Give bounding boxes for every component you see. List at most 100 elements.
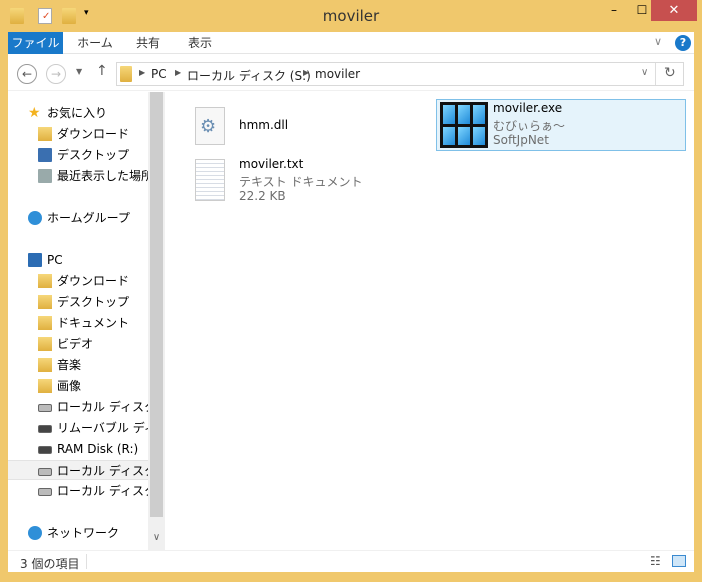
- star-icon: ★: [28, 105, 41, 121]
- file-name: moviler.txt: [239, 157, 304, 171]
- file-company: SoftJpNet: [493, 133, 549, 147]
- folder-icon: [120, 66, 132, 82]
- nav-item[interactable]: 最近表示した場所: [8, 166, 148, 186]
- recent-places-icon: [38, 169, 52, 183]
- file-name: moviler.exe: [493, 101, 563, 115]
- desktop-folder-icon: [38, 295, 52, 309]
- nav-item-label: 音楽: [57, 358, 82, 372]
- status-bar: 3 個の項目 ☷: [8, 550, 694, 572]
- music-folder-icon: [38, 358, 52, 372]
- nav-item[interactable]: ドキュメント: [8, 313, 148, 333]
- breadcrumb-drive[interactable]: ローカル ディスク (S:): [187, 67, 311, 84]
- navigation-pane: ★ お気に入り ダウンロード デスクトップ 最近表示した場所 ホームグループ PC ダウンロー…: [8, 92, 164, 550]
- file-item-moviler-txt[interactable]: moviler.txt テキスト ドキュメント 22.2 KB: [191, 156, 421, 206]
- item-count: 3 個の項目: [20, 557, 80, 571]
- removable-drive-icon: [38, 425, 52, 433]
- network-icon: [28, 526, 42, 540]
- nav-item-label: 最近表示した場所: [57, 169, 148, 183]
- ribbon-tabs: ファイル ホーム 共有 表示 ∨ ?: [8, 32, 694, 54]
- file-item-hmm-dll[interactable]: ⚙ hmm.dll: [191, 104, 421, 148]
- nav-item-label: RAM Disk (R:): [57, 442, 139, 456]
- tab-home[interactable]: ホーム: [70, 32, 120, 54]
- up-button[interactable]: ↑: [96, 63, 108, 79]
- explorer-window: ファイル ホーム 共有 表示 ∨ ? ← → ▼ ↑ ▶ PC ▶ ローカル デ…: [8, 32, 694, 572]
- back-button[interactable]: ←: [17, 64, 37, 84]
- nav-item[interactable]: デスクトップ: [8, 292, 148, 312]
- address-row: ← → ▼ ↑ ▶ PC ▶ ローカル ディスク (S:) ▶ moviler …: [8, 55, 694, 91]
- breadcrumb-separator[interactable]: ▶: [139, 68, 145, 77]
- file-type: テキスト ドキュメント: [239, 175, 363, 189]
- tab-view[interactable]: 表示: [178, 32, 222, 54]
- breadcrumb-folder[interactable]: moviler: [315, 67, 360, 81]
- tab-file[interactable]: ファイル: [8, 32, 63, 54]
- minimize-button[interactable]: –: [600, 0, 628, 21]
- title-bar: ✓ ▾ moviler – ☐ ✕: [0, 0, 702, 32]
- nav-item[interactable]: PC: [8, 250, 148, 270]
- close-button[interactable]: ✕: [651, 0, 697, 21]
- nav-item[interactable]: ネットワーク: [8, 523, 148, 543]
- nav-item-label: ローカル ディスク (X: [57, 484, 148, 498]
- nav-item-label: ダウンロード: [57, 127, 130, 141]
- nav-item[interactable]: RAM Disk (R:): [8, 439, 148, 459]
- system-drive-icon: [38, 404, 52, 412]
- nav-item-label: デスクトップ: [57, 295, 130, 309]
- pc-icon: [28, 253, 42, 267]
- desktop-icon: [38, 148, 52, 162]
- breadcrumb-separator[interactable]: ▶: [175, 68, 181, 77]
- dll-gear-icon: ⚙: [195, 107, 225, 145]
- nav-item[interactable]: ローカル ディスク (S: [8, 460, 164, 480]
- breadcrumb-pc[interactable]: PC: [151, 67, 167, 81]
- breadcrumb-separator[interactable]: ▶: [303, 68, 309, 77]
- nav-item[interactable]: ダウンロード: [8, 271, 148, 291]
- nav-item[interactable]: ビデオ: [8, 334, 148, 354]
- nav-item-label: ローカル ディスク (C: [57, 400, 148, 414]
- tab-share[interactable]: 共有: [126, 32, 170, 54]
- nav-item-label: ネットワーク: [47, 526, 120, 540]
- nav-item-label: ビデオ: [57, 337, 94, 351]
- nav-item[interactable]: ★ お気に入り: [8, 103, 148, 123]
- nav-item[interactable]: ホームグループ: [8, 208, 148, 228]
- file-description: むびぃらぁ～: [493, 119, 566, 133]
- nav-item-label: 画像: [57, 379, 82, 393]
- nav-item-label: デスクトップ: [57, 148, 130, 162]
- file-item-moviler-exe[interactable]: moviler.exe むびぃらぁ～ SoftJpNet: [436, 99, 686, 151]
- nav-item[interactable]: リムーバブル ディスク: [8, 418, 148, 438]
- help-icon[interactable]: ?: [675, 35, 691, 51]
- nav-item[interactable]: ローカル ディスク (C: [8, 397, 148, 417]
- nav-item[interactable]: ローカル ディスク (X: [8, 481, 148, 501]
- address-bar[interactable]: ▶ PC ▶ ローカル ディスク (S:) ▶ moviler ∨ ↻: [116, 62, 684, 86]
- details-view-button[interactable]: ☷: [650, 554, 661, 568]
- drive-icon: [38, 468, 52, 476]
- refresh-icon[interactable]: ↻: [664, 65, 676, 81]
- nav-item-label: ホームグループ: [47, 211, 130, 225]
- divider: [655, 63, 656, 85]
- homegroup-icon: [28, 211, 42, 225]
- forward-button[interactable]: →: [46, 64, 66, 84]
- scroll-down-button[interactable]: ∨: [148, 532, 165, 549]
- window-title: moviler: [322, 7, 380, 25]
- expand-ribbon-icon[interactable]: ∨: [654, 35, 662, 48]
- videos-folder-icon: [38, 337, 52, 351]
- drive-icon: [38, 488, 52, 496]
- nav-item[interactable]: 音楽: [8, 355, 148, 375]
- download-folder-icon: [38, 127, 52, 141]
- nav-item-label: ダウンロード: [57, 274, 130, 288]
- nav-scrollbar[interactable]: ∨: [148, 92, 165, 550]
- text-file-icon: [195, 159, 225, 201]
- address-dropdown-icon[interactable]: ∨: [641, 67, 648, 78]
- file-name: hmm.dll: [239, 118, 289, 132]
- nav-item[interactable]: デスクトップ: [8, 145, 148, 165]
- large-icons-view-button[interactable]: [672, 555, 686, 567]
- download-folder-icon: [38, 274, 52, 288]
- nav-item-label: リムーバブル ディスク: [57, 421, 148, 435]
- scrollbar-thumb[interactable]: [150, 92, 163, 517]
- nav-item[interactable]: 画像: [8, 376, 148, 396]
- drive-icon: [38, 446, 52, 454]
- documents-folder-icon: [38, 316, 52, 330]
- nav-item-label: ドキュメント: [57, 316, 130, 330]
- divider: [86, 554, 87, 569]
- recent-locations-icon[interactable]: ▼: [76, 67, 82, 76]
- filmstrip-app-icon: [440, 102, 488, 148]
- nav-item-label: PC: [47, 253, 63, 267]
- nav-item[interactable]: ダウンロード: [8, 124, 148, 144]
